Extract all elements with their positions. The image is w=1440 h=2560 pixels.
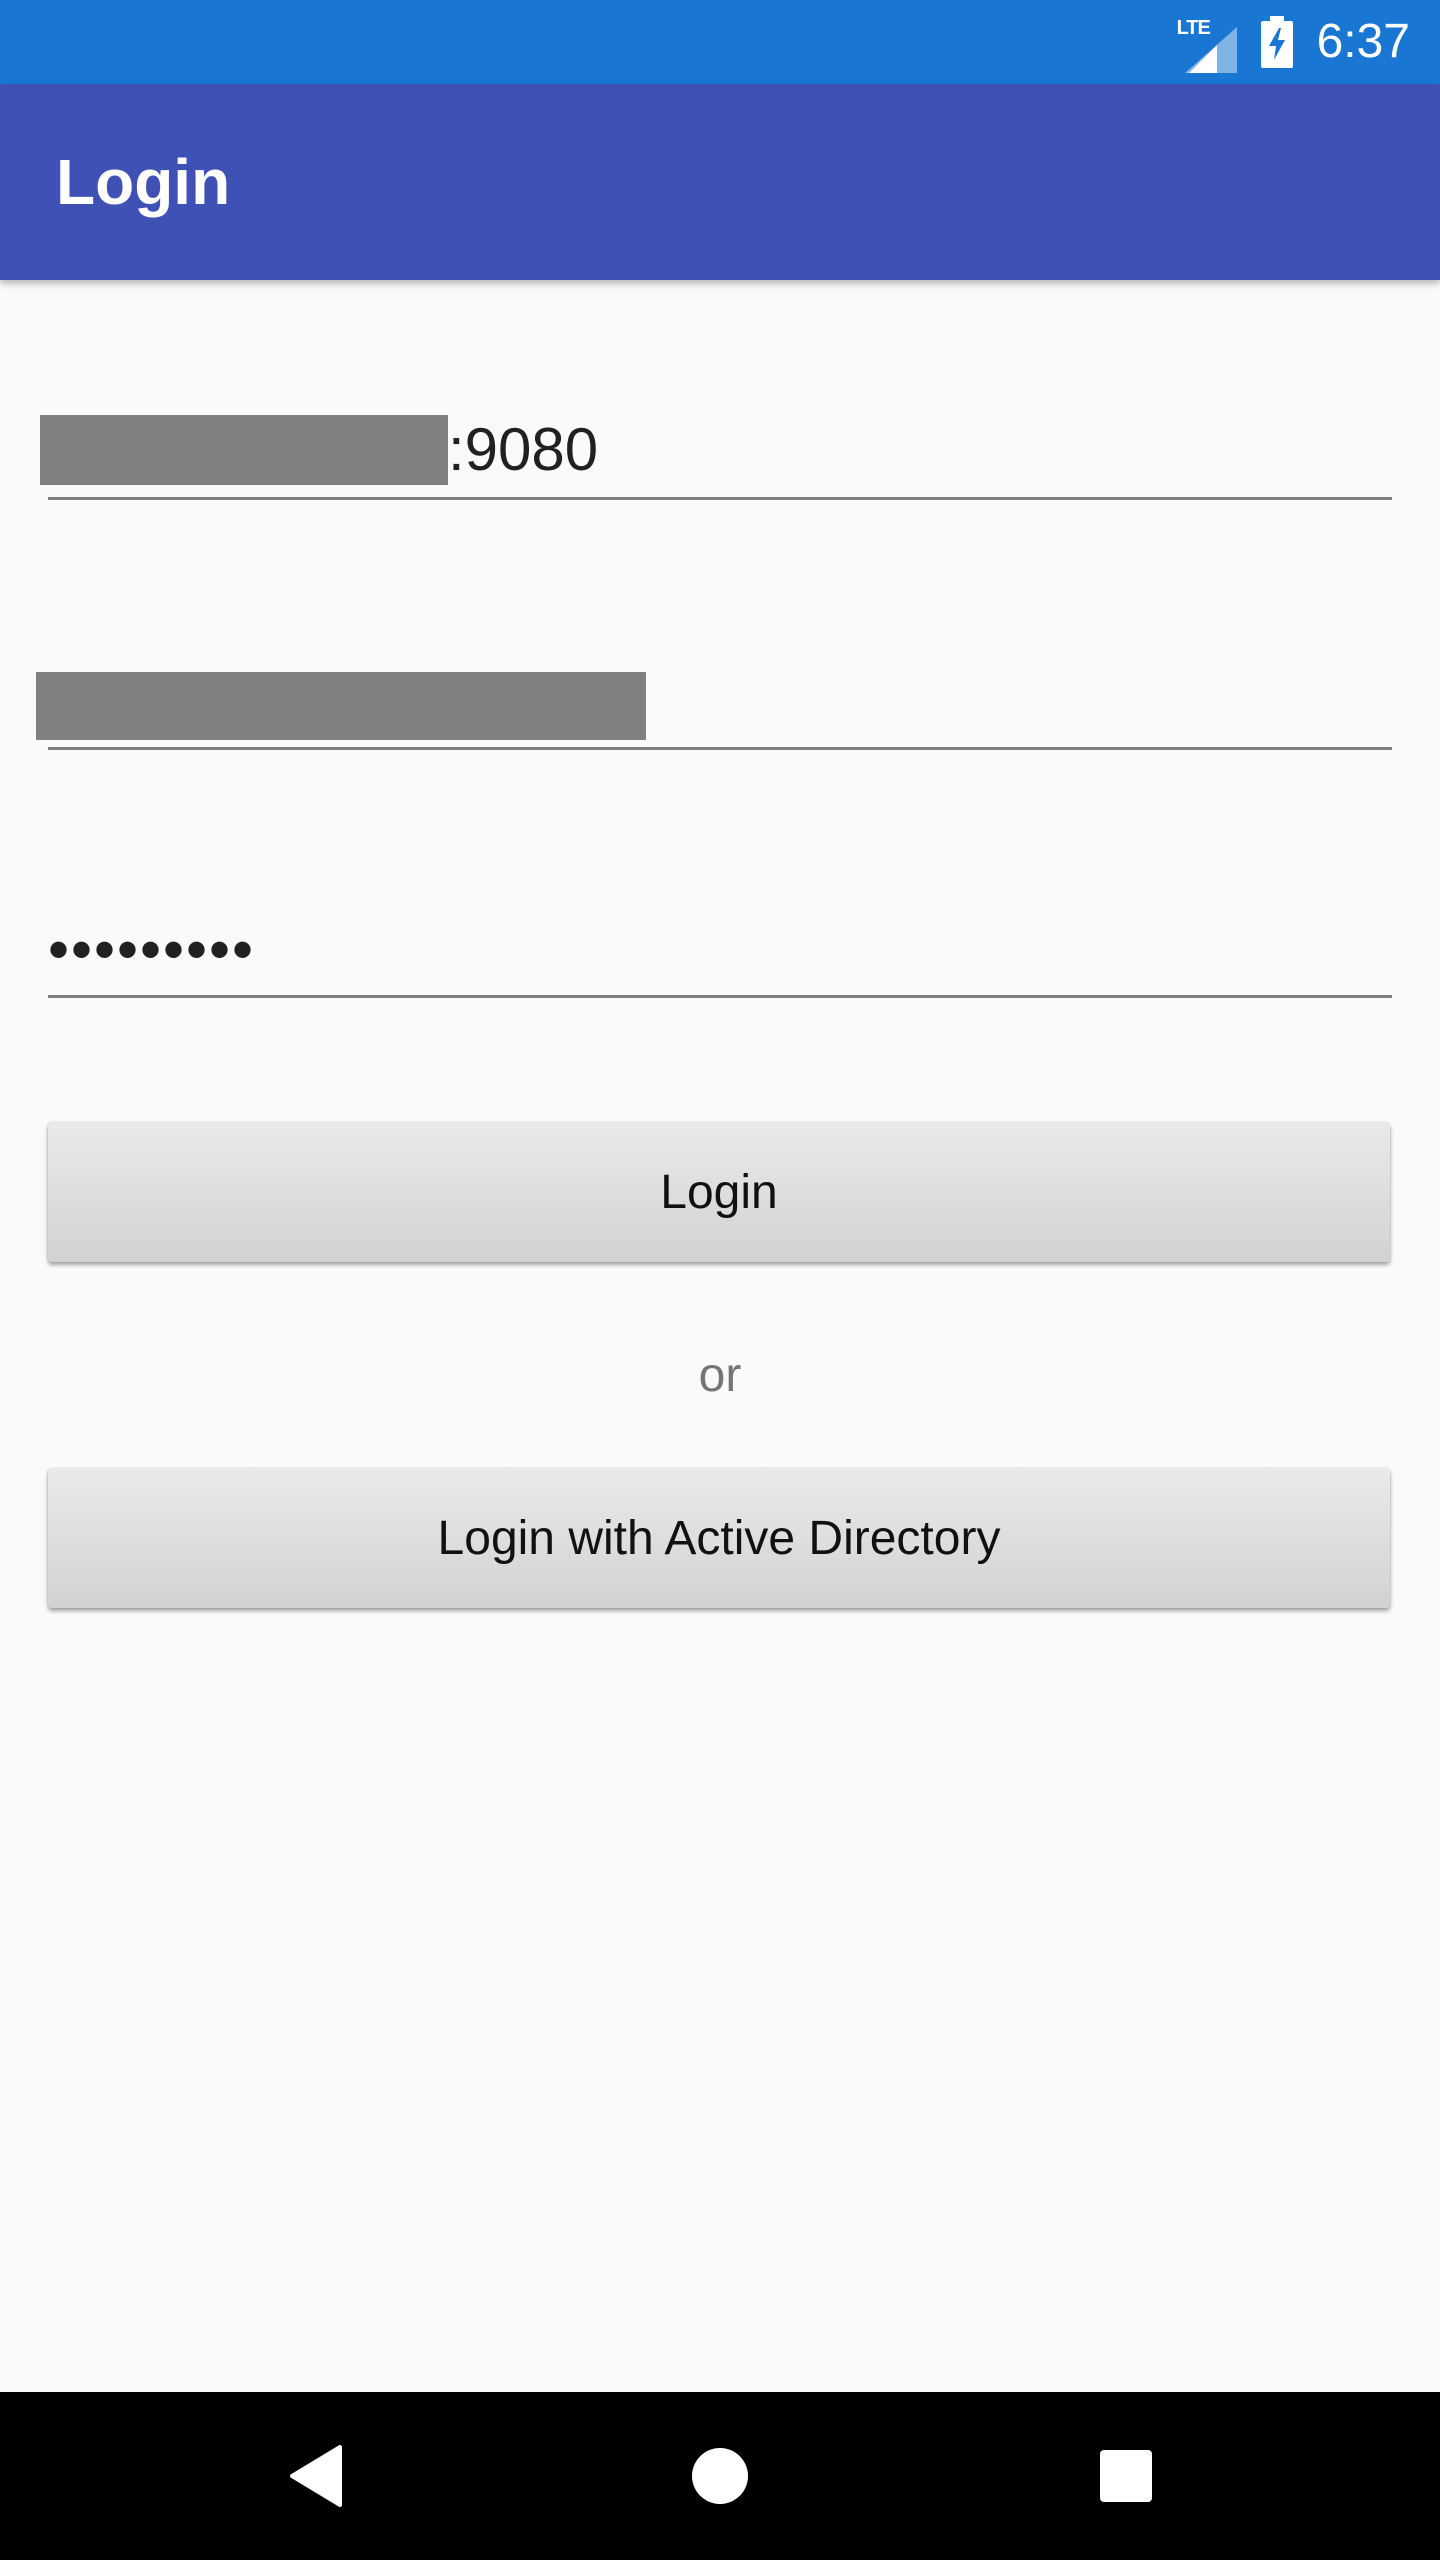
signal-strength-icon [1184, 27, 1237, 73]
username-field[interactable] [36, 650, 1392, 750]
home-icon [692, 2448, 748, 2504]
lte-signal-icon: LTE [1177, 17, 1237, 73]
login-active-directory-label: Login with Active Directory [437, 1511, 1001, 1565]
login-button[interactable]: Login [48, 1122, 1390, 1262]
page-title: Login [56, 146, 231, 218]
password-value: ••••••••• [48, 916, 256, 983]
server-field-underline [48, 497, 1392, 500]
server-address-value: :9080 [40, 414, 598, 486]
username-value [36, 672, 646, 740]
recents-icon [1100, 2450, 1152, 2502]
password-field-underline [48, 995, 1392, 998]
or-separator: or [698, 1349, 742, 1402]
redacted-username [36, 672, 646, 740]
navigation-bar [0, 2392, 1440, 2560]
status-bar: LTE 6:37 [0, 0, 1440, 84]
username-field-underline [48, 747, 1392, 750]
app-bar: Login [0, 84, 1440, 280]
server-port-text: :9080 [448, 416, 599, 483]
recents-button[interactable] [1042, 2392, 1210, 2560]
password-field[interactable]: ••••••••• [48, 898, 1392, 998]
back-icon [290, 2445, 342, 2507]
status-icons: LTE 6:37 [1177, 0, 1410, 84]
login-active-directory-button[interactable]: Login with Active Directory [48, 1468, 1390, 1608]
login-screen: LTE 6:37 Login :9080 ••••••••• Login or … [0, 0, 1440, 2560]
redacted-server-host [40, 415, 448, 485]
battery-charging-icon [1260, 16, 1293, 68]
status-clock: 6:37 [1316, 15, 1410, 68]
back-button[interactable] [232, 2392, 400, 2560]
home-button[interactable] [636, 2392, 804, 2560]
login-button-label: Login [660, 1165, 778, 1219]
server-address-field[interactable]: :9080 [40, 400, 1392, 500]
